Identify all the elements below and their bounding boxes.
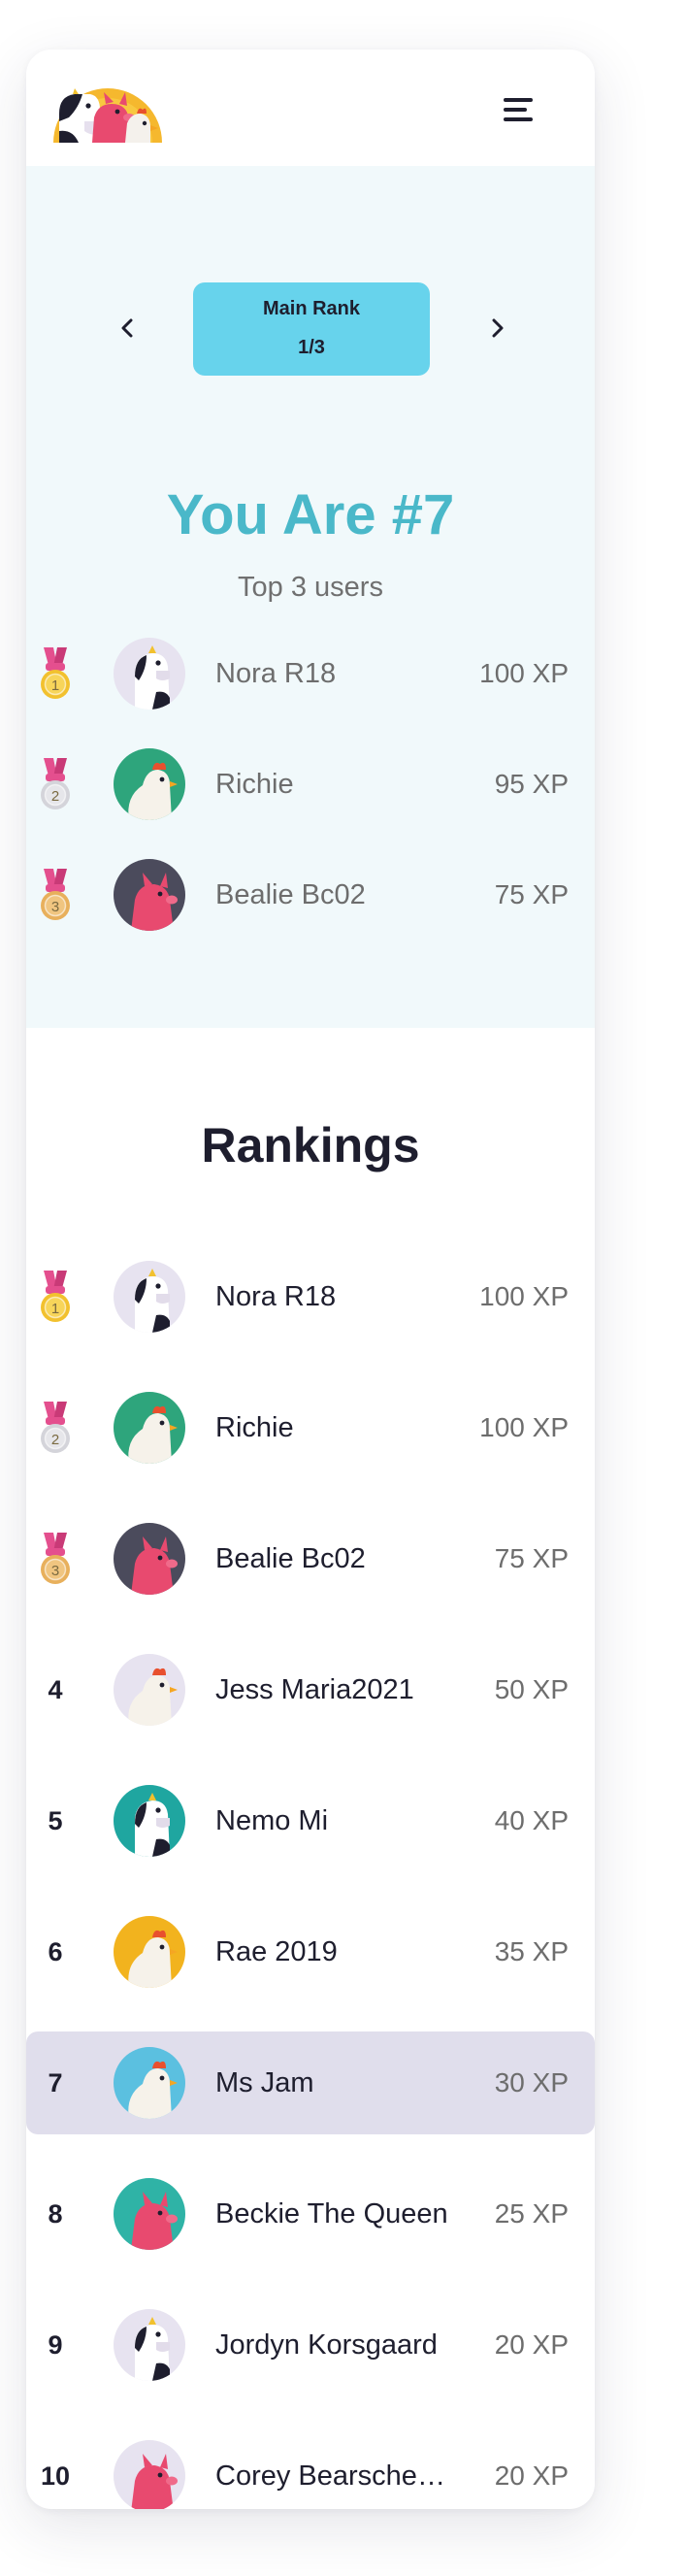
xp-value: 50 XP xyxy=(494,1674,569,1704)
user-name: Corey Bearschei… xyxy=(215,2460,448,2492)
user-name: Bealie Bc02 xyxy=(215,879,366,910)
leaderboard-card: Main Rank 1/3 You Are #7 Top 3 users 1 N… xyxy=(26,50,595,2509)
ranking-row[interactable]: 4 Jess Maria2021 50 XP xyxy=(26,1638,595,1741)
rank-number-cell: 8 xyxy=(36,2163,75,2265)
rank-number: 5 xyxy=(48,1805,63,1835)
ranking-row[interactable]: 9 Jordyn Korsgaard 20 XP xyxy=(26,2294,595,2396)
bronze-medal-icon: 3 xyxy=(36,843,75,946)
rank-number: 10 xyxy=(40,2460,71,2491)
silver-medal-icon: 2 xyxy=(36,733,75,836)
rank-number: 7 xyxy=(48,2067,63,2097)
chicken-avatar[interactable] xyxy=(114,748,185,820)
xp-value: 100 XP xyxy=(479,1281,569,1311)
ranking-row[interactable]: 7 Ms Jam 30 XP xyxy=(26,2031,595,2134)
chevron-right-icon[interactable] xyxy=(482,314,511,343)
ranking-row[interactable]: 8 Beckie The Queen 25 XP xyxy=(26,2163,595,2265)
ranking-row[interactable]: 3 Bealie Bc02 75 XP xyxy=(26,1507,595,1610)
xp-value: 40 XP xyxy=(494,1805,569,1835)
menu-bar xyxy=(504,117,533,121)
user-name: Richie xyxy=(215,1412,294,1443)
user-name: Beckie The Queen xyxy=(215,2198,448,2229)
user-name: Jess Maria2021 xyxy=(215,1674,414,1705)
ranking-row[interactable]: 1 Nora R18 100 XP xyxy=(26,1245,595,1348)
svg-text:2: 2 xyxy=(51,788,59,805)
ranking-row[interactable]: 2 Richie 100 XP xyxy=(26,1376,595,1479)
chicken-avatar[interactable] xyxy=(114,1916,185,1988)
rank-switcher-label: Main Rank xyxy=(262,298,361,319)
xp-value: 75 XP xyxy=(494,1543,569,1573)
user-name: Jordyn Korsgaard xyxy=(215,2329,438,2361)
user-name: Rae 2019 xyxy=(215,1936,338,1967)
app-header xyxy=(26,50,595,166)
user-name: Ms Jam xyxy=(215,2067,314,2098)
rank-number-cell: 5 xyxy=(36,1769,75,1872)
xp-value: 30 XP xyxy=(494,2067,569,2097)
xp-value: 35 XP xyxy=(494,1936,569,1966)
chevron-left-icon[interactable] xyxy=(114,314,143,343)
chicken-avatar[interactable] xyxy=(114,1392,185,1464)
menu-bar xyxy=(504,98,533,102)
xp-value: 20 XP xyxy=(494,2329,569,2360)
rank-number-cell: 4 xyxy=(36,1638,75,1741)
svg-text:3: 3 xyxy=(51,1563,59,1579)
pig-avatar[interactable] xyxy=(114,859,185,931)
ranking-row[interactable]: 6 Rae 2019 35 XP xyxy=(26,1900,595,2003)
user-name: Nemo Mi xyxy=(215,1805,329,1836)
cow-avatar[interactable] xyxy=(114,1785,185,1857)
svg-text:1: 1 xyxy=(51,677,59,694)
cow-avatar[interactable] xyxy=(114,2309,185,2381)
rank-number-cell: 7 xyxy=(36,2031,75,2134)
pig-avatar[interactable] xyxy=(114,1523,185,1595)
gold-medal-icon: 1 xyxy=(36,1245,75,1348)
animals-logo-icon[interactable] xyxy=(49,75,166,143)
bronze-medal-icon: 3 xyxy=(36,1507,75,1610)
user-name: Nora R18 xyxy=(215,1281,337,1312)
user-name: Bealie Bc02 xyxy=(215,1543,366,1574)
xp-value: 25 XP xyxy=(494,2198,569,2229)
menu-bar xyxy=(504,108,527,112)
cow-avatar[interactable] xyxy=(114,638,185,710)
rank-number-cell: 9 xyxy=(36,2294,75,2396)
pig-avatar[interactable] xyxy=(114,2440,185,2509)
rank-number: 8 xyxy=(48,2198,63,2229)
top3-row[interactable]: 3 Bealie Bc02 75 XP xyxy=(26,843,595,946)
rank-number: 9 xyxy=(48,2329,63,2360)
rank-switcher-page: 1/3 xyxy=(298,337,325,358)
menu-button[interactable] xyxy=(498,92,540,127)
svg-text:3: 3 xyxy=(51,899,59,915)
rank-switcher-button[interactable]: Main Rank 1/3 xyxy=(193,282,430,376)
xp-value: 100 XP xyxy=(479,658,569,688)
ranking-row[interactable]: 10 Corey Bearschei… 20 XP xyxy=(26,2425,595,2509)
current-position-section: Main Rank 1/3 You Are #7 Top 3 users 1 N… xyxy=(26,166,595,1028)
rank-number: 6 xyxy=(48,1936,63,1966)
ranking-row[interactable]: 5 Nemo Mi 40 XP xyxy=(26,1769,595,1872)
rankings-title: Rankings xyxy=(201,1118,420,1172)
top3-row[interactable]: 1 Nora R18 100 XP xyxy=(26,622,595,725)
silver-medal-icon: 2 xyxy=(36,1376,75,1479)
xp-value: 20 XP xyxy=(494,2460,569,2491)
chicken-avatar[interactable] xyxy=(114,1654,185,1726)
top3-subtitle: Top 3 users xyxy=(238,572,383,603)
xp-value: 100 XP xyxy=(479,1412,569,1442)
current-rank-headline: You Are #7 xyxy=(166,483,455,546)
user-name: Richie xyxy=(215,769,294,800)
svg-text:2: 2 xyxy=(51,1432,59,1448)
rank-number: 4 xyxy=(48,1674,63,1704)
gold-medal-icon: 1 xyxy=(36,622,75,725)
rank-number-cell: 6 xyxy=(36,1900,75,2003)
chicken-avatar[interactable] xyxy=(114,2047,185,2119)
xp-value: 95 XP xyxy=(494,769,569,799)
rank-number-cell: 10 xyxy=(36,2425,75,2509)
xp-value: 75 XP xyxy=(494,879,569,909)
user-name: Nora R18 xyxy=(215,658,337,689)
top3-row[interactable]: 2 Richie 95 XP xyxy=(26,733,595,836)
svg-text:1: 1 xyxy=(51,1301,59,1317)
pig-avatar[interactable] xyxy=(114,2178,185,2250)
cow-avatar[interactable] xyxy=(114,1261,185,1333)
